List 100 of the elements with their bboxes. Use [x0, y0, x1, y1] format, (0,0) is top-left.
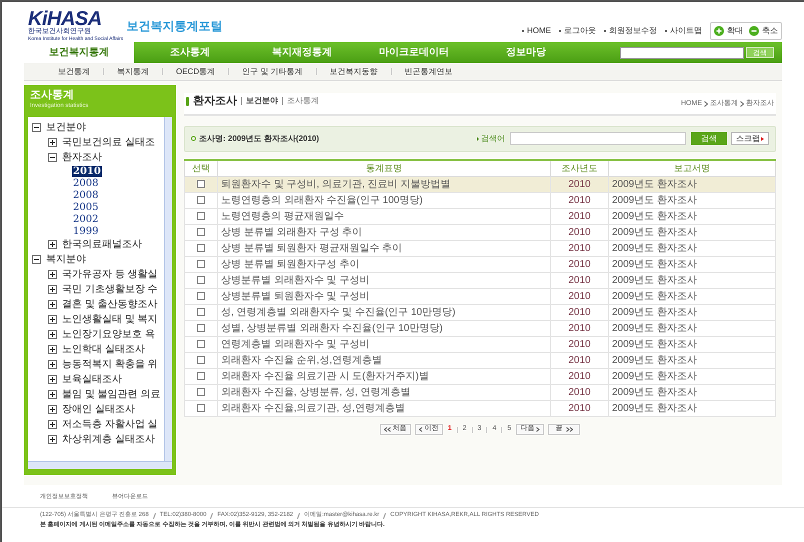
tree-item[interactable]: 복지분야	[46, 252, 86, 267]
table-row[interactable]: 퇴원환자수 및 구성비, 의료기관, 진료비 지불방법별 2010 2009년도 환자조사	[184, 176, 776, 192]
expand-icon[interactable]	[48, 138, 57, 147]
table-row[interactable]: 외래환자 수진율 순위,성,연령계층별 2010 2009년도 환자조사	[184, 352, 776, 368]
table-cell: 2009년도 환자조사	[608, 192, 776, 208]
checkbox[interactable]	[197, 228, 205, 236]
tree-year-item[interactable]: 2002	[72, 214, 100, 224]
checkbox[interactable]	[197, 292, 205, 300]
table-row[interactable]: 상병 분류별 퇴원환자 평균재원일수 추이 2010 2009년도 환자조사	[184, 240, 776, 256]
table-cell: 외래환자 수진율,의료기관, 성,연령계층별	[218, 400, 550, 416]
tree-item[interactable]: 보건분야	[46, 120, 86, 135]
tree-item[interactable]: 국민보건의료 실태조	[62, 135, 155, 150]
table-row[interactable]: 노령연령층의 평균재원일수 2010 2009년도 환자조사	[184, 208, 776, 224]
tree-item[interactable]: 노인학대 실태조사	[62, 342, 145, 357]
top-link[interactable]: 로그아웃	[564, 25, 596, 37]
tree-year-item[interactable]: 2008	[72, 190, 100, 200]
table-cell: 성, 연령계층별 외래환자수 및 수진율(인구 10만명당)	[218, 304, 550, 320]
checkbox[interactable]	[197, 340, 205, 348]
sub-nav-link[interactable]: 빈곤통계연보	[404, 66, 453, 78]
table-row[interactable]: 외래환자 수진율,의료기관, 성,연령계층별 2010 2009년도 환자조사	[184, 400, 776, 416]
tree-item[interactable]: 노인장기요양보호 욕	[62, 327, 155, 342]
tree-item[interactable]: 저소득층 자활사업 실	[62, 417, 158, 432]
table-row[interactable]: 상병 분류별 퇴원환자구성 추이 2010 2009년도 환자조사	[184, 256, 776, 272]
expand-icon[interactable]	[48, 270, 57, 279]
table-row[interactable]: 상병분류별 퇴원환자수 및 구성비 2010 2009년도 환자조사	[184, 288, 776, 304]
tree-item[interactable]: 국민 기초생활보장 수	[62, 282, 158, 297]
checkbox[interactable]	[197, 212, 205, 220]
table-row[interactable]: 상병분류별 외래환자수 및 구성비 2010 2009년도 환자조사	[184, 272, 776, 288]
checkbox[interactable]	[197, 244, 205, 252]
tree-item[interactable]: 국가유공자 등 생활실	[62, 267, 158, 282]
expand-icon[interactable]	[48, 285, 57, 294]
expand-icon[interactable]	[48, 390, 57, 399]
vertical-scrollbar[interactable]	[164, 117, 172, 461]
scrap-button[interactable]: 스크랩	[731, 132, 769, 145]
expand-icon[interactable]	[48, 360, 57, 369]
sub-nav-link[interactable]: 보건통계	[58, 66, 90, 78]
checkbox[interactable]	[197, 388, 205, 396]
top-link[interactable]: HOME	[527, 25, 551, 37]
tree-year-item[interactable]: 2010	[72, 166, 102, 176]
nav-search-field[interactable]	[620, 46, 744, 58]
table-row[interactable]: 외래환자 수진율 의료기관 시 도(환자거주지)별 2010 2009년도 환자조사	[184, 368, 776, 384]
collapse-icon[interactable]	[32, 255, 41, 264]
checkbox[interactable]	[197, 372, 205, 380]
table-cell: 연령계층별 외래환자수 및 구성비	[218, 336, 550, 352]
tree-item[interactable]: 결혼 및 출산동향조사	[62, 297, 158, 312]
checkbox[interactable]	[197, 260, 205, 268]
table-cell: 2009년도 환자조사	[608, 320, 776, 336]
table-cell: 2010	[550, 352, 608, 368]
expand-icon[interactable]	[48, 435, 57, 444]
separator	[383, 512, 386, 518]
expand-icon[interactable]	[48, 330, 57, 339]
tree-year-item[interactable]: 2005	[72, 202, 100, 212]
main-nav-tab[interactable]: 보건복지통계	[24, 42, 134, 63]
table-cell: 노령연령층의 평균재원일수	[218, 208, 550, 224]
expand-icon[interactable]	[48, 420, 57, 429]
table-row[interactable]: 외래환자 수진율, 상병분류, 성, 연령계층별 2010 2009년도 환자조사	[184, 384, 776, 400]
tree-year-item[interactable]: 1999	[72, 226, 100, 236]
checkbox[interactable]	[197, 196, 205, 204]
sub-nav-link[interactable]: 보건복지동향	[330, 66, 378, 78]
zoom-button[interactable]: 축소	[749, 25, 778, 37]
zoom-button[interactable]: 확대	[714, 25, 743, 37]
checkbox[interactable]	[197, 324, 205, 332]
tree-year-item[interactable]: 2008	[72, 178, 100, 188]
checkbox[interactable]	[197, 356, 205, 364]
top-link[interactable]: 회원정보수정	[609, 25, 657, 37]
top-link[interactable]: 사이트맵	[670, 25, 702, 37]
tree-item[interactable]: 능동적복지 확충을 위	[62, 357, 158, 372]
expand-icon[interactable]	[48, 315, 57, 324]
expand-icon[interactable]	[48, 345, 57, 354]
sub-nav-link[interactable]: 인구 및 기타통계	[242, 66, 303, 78]
table-row[interactable]: 성별, 상병분류별 외래환자 수진율(인구 10만명당) 2010 2009년도 환자조사	[184, 320, 776, 336]
expand-icon[interactable]	[48, 240, 57, 249]
tree-item[interactable]: 환자조사	[62, 150, 102, 165]
checkbox[interactable]	[197, 308, 205, 316]
sub-nav-link[interactable]: OECD통계	[176, 66, 216, 78]
table-cell: 2009년도 환자조사	[608, 288, 776, 304]
tree-item[interactable]: 장애인 실태조사	[62, 402, 135, 417]
checkbox[interactable]	[197, 180, 205, 188]
expand-icon[interactable]	[48, 300, 57, 309]
table-row[interactable]: 상병 분류별 외래환자 구성 추이 2010 2009년도 환자조사	[184, 224, 776, 240]
tree-item[interactable]: 불임 및 불임관련 의료	[62, 387, 160, 402]
checkbox[interactable]	[197, 276, 205, 284]
table-row[interactable]: 성, 연령계층별 외래환자수 및 수진율(인구 10만명당) 2010 2009년도 환자조사	[184, 304, 776, 320]
table-cell: 2010	[550, 288, 608, 304]
tree-item[interactable]: 보육실태조사	[62, 372, 122, 387]
collapse-icon[interactable]	[32, 123, 41, 132]
tree-item[interactable]: 노인생활실태 및 복지	[62, 312, 158, 327]
expand-icon[interactable]	[48, 405, 57, 414]
table-row[interactable]: 연령계층별 외래환자수 및 구성비 2010 2009년도 환자조사	[184, 336, 776, 352]
chevron-icon	[704, 101, 708, 108]
search-field[interactable]	[510, 132, 686, 145]
horizontal-scrollbar[interactable]	[28, 461, 172, 469]
collapse-icon[interactable]	[48, 153, 57, 162]
checkbox[interactable]	[197, 404, 205, 412]
expand-icon[interactable]	[48, 375, 57, 384]
separator	[210, 512, 214, 518]
tree-item[interactable]: 차상위계층 실태조사	[62, 432, 155, 447]
sub-nav-link[interactable]: 복지통계	[117, 66, 149, 78]
tree-item[interactable]: 한국의료패널조사	[62, 237, 142, 252]
table-row[interactable]: 노령연령층의 외래환자 수진율(인구 100명당) 2010 2009년도 환자조사	[184, 192, 776, 208]
